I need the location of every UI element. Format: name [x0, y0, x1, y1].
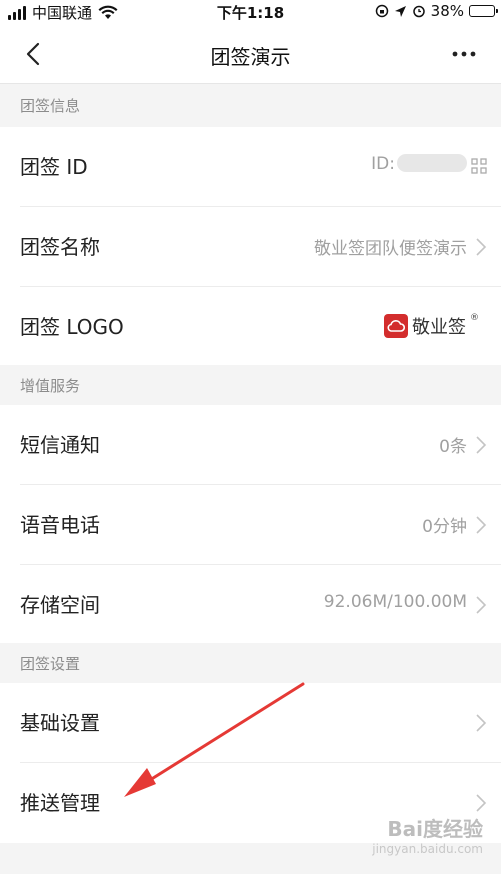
row-label: 存储空间 [20, 593, 100, 617]
chevron-right-icon [476, 238, 487, 256]
watermark: Bai度经验 jingyan.baidu.com [372, 817, 483, 856]
row-label: 语音电话 [20, 513, 100, 537]
battery-percent: 38% [430, 2, 464, 20]
row-label: 团签 ID [20, 155, 88, 179]
row-label: 推送管理 [20, 791, 100, 815]
chevron-right-icon [476, 596, 487, 614]
row-label: 团签 LOGO [20, 315, 124, 339]
team-id-value: ID: [371, 154, 467, 174]
voice-value: 0分钟 [422, 517, 467, 537]
row-team-id[interactable]: 团签 ID ID: [0, 127, 501, 207]
section-header-settings: 团签设置 [0, 643, 501, 685]
row-basic-settings[interactable]: 基础设置 [0, 683, 501, 763]
page-title: 团签演示 [210, 45, 291, 69]
alarm-icon [412, 5, 425, 18]
team-logo: 敬业签 ® [384, 313, 479, 339]
row-storage[interactable]: 存储空间 92.06M/100.00M [0, 565, 501, 645]
cloud-logo-icon [384, 314, 408, 338]
row-label: 团签名称 [20, 235, 100, 259]
orientation-lock-icon [375, 4, 388, 18]
chevron-right-icon [476, 714, 487, 732]
chevron-right-icon [476, 436, 487, 454]
row-label: 短信通知 [20, 433, 100, 457]
row-team-name[interactable]: 团签名称 敬业签团队便签演示 [0, 207, 501, 287]
nav-bar: 团签演示 [0, 24, 501, 84]
sms-value: 0条 [439, 437, 467, 457]
team-name-value: 敬业签团队便签演示 [314, 239, 467, 259]
registered-mark: ® [470, 313, 479, 323]
qr-code-icon[interactable] [471, 158, 487, 174]
chevron-right-icon [476, 794, 487, 812]
logo-text: 敬业签 [412, 317, 466, 338]
chevron-right-icon [476, 516, 487, 534]
redacted-blur [397, 154, 467, 172]
row-voice[interactable]: 语音电话 0分钟 [0, 485, 501, 565]
location-icon [394, 5, 406, 17]
row-team-logo[interactable]: 团签 LOGO 敬业签 ® [0, 287, 501, 367]
section-header-info: 团签信息 [0, 85, 501, 127]
section-header-value-added: 增值服务 [0, 365, 501, 407]
battery-icon [469, 5, 498, 17]
storage-value: 92.06M/100.00M [323, 592, 467, 612]
row-label: 基础设置 [20, 711, 100, 735]
row-sms[interactable]: 短信通知 0条 [0, 405, 501, 485]
more-dots-icon[interactable] [449, 40, 479, 68]
status-bar: 中国联通 下午1:18 38% [0, 0, 501, 24]
